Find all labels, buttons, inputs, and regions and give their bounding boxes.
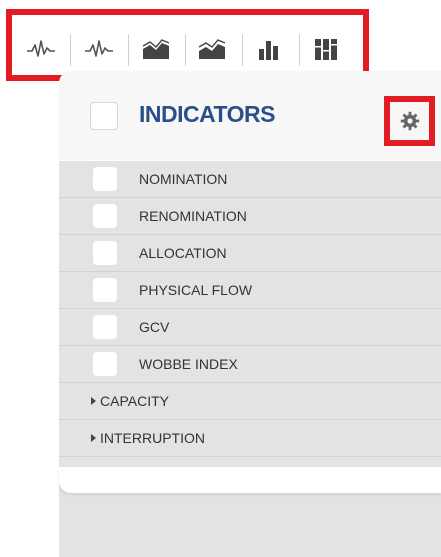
indicator-item-allocation[interactable]: ALLOCATION [59, 235, 441, 272]
indicator-checkbox[interactable] [93, 167, 117, 191]
indicator-item-renomination[interactable]: RENOMINATION [59, 198, 441, 235]
indicator-item-wobbe-index[interactable]: WOBBE INDEX [59, 346, 441, 383]
indicator-label: PHYSICAL FLOW [139, 282, 253, 298]
toolbar-divider [70, 34, 71, 66]
indicator-label: NOMINATION [139, 171, 228, 187]
bar-chart-button[interactable] [252, 34, 286, 64]
indicator-label: ALLOCATION [139, 245, 227, 261]
line-chart-icon [27, 40, 55, 57]
group-label: CAPACITY [100, 393, 169, 409]
toolbar-divider [185, 34, 186, 66]
indicator-checkbox[interactable] [93, 315, 117, 339]
panel-title: INDICATORS [139, 101, 276, 127]
area-chart-alt-button[interactable] [195, 34, 229, 64]
line-chart-alt-button[interactable] [82, 34, 116, 64]
panel-footer [59, 467, 441, 493]
toolbar-divider [128, 34, 129, 66]
group-capacity[interactable]: CAPACITY [59, 383, 441, 420]
toolbar-divider [299, 34, 300, 66]
indicator-item-gcv[interactable]: GCV [59, 309, 441, 346]
indicator-label: WOBBE INDEX [139, 356, 238, 372]
indicator-checkbox[interactable] [93, 204, 117, 228]
indicator-item-physical-flow[interactable]: PHYSICAL FLOW [59, 272, 441, 309]
indicator-list: NOMINATION RENOMINATION ALLOCATION PHYSI… [59, 161, 441, 557]
indicator-checkbox[interactable] [93, 352, 117, 376]
line-chart-alt-icon [85, 40, 113, 57]
expand-arrow-icon [91, 434, 96, 442]
group-label: INTERRUPTION [100, 430, 205, 446]
toolbar-divider [242, 34, 243, 66]
line-chart-button[interactable] [24, 34, 58, 64]
stacked-bar-chart-icon [315, 39, 337, 60]
indicator-label: RENOMINATION [139, 208, 247, 224]
gear-icon [400, 111, 419, 131]
bar-chart-icon [259, 41, 278, 60]
indicator-checkbox[interactable] [93, 278, 117, 302]
stacked-bar-chart-button[interactable] [309, 34, 343, 64]
indicator-item-nomination[interactable]: NOMINATION [59, 161, 441, 198]
indicator-checkbox[interactable] [93, 241, 117, 265]
area-chart-alt-icon [198, 39, 226, 59]
select-all-checkbox[interactable] [90, 102, 118, 130]
expand-arrow-icon [91, 397, 96, 405]
indicator-label: GCV [139, 319, 170, 335]
area-chart-icon [142, 39, 170, 59]
group-interruption[interactable]: INTERRUPTION [59, 420, 441, 457]
settings-button[interactable] [384, 96, 435, 146]
indicators-panel: INDICATORS NOMINATION RENOMINATION ALLOC… [59, 71, 441, 557]
panel-header: INDICATORS [59, 71, 441, 160]
area-chart-button[interactable] [139, 34, 173, 64]
